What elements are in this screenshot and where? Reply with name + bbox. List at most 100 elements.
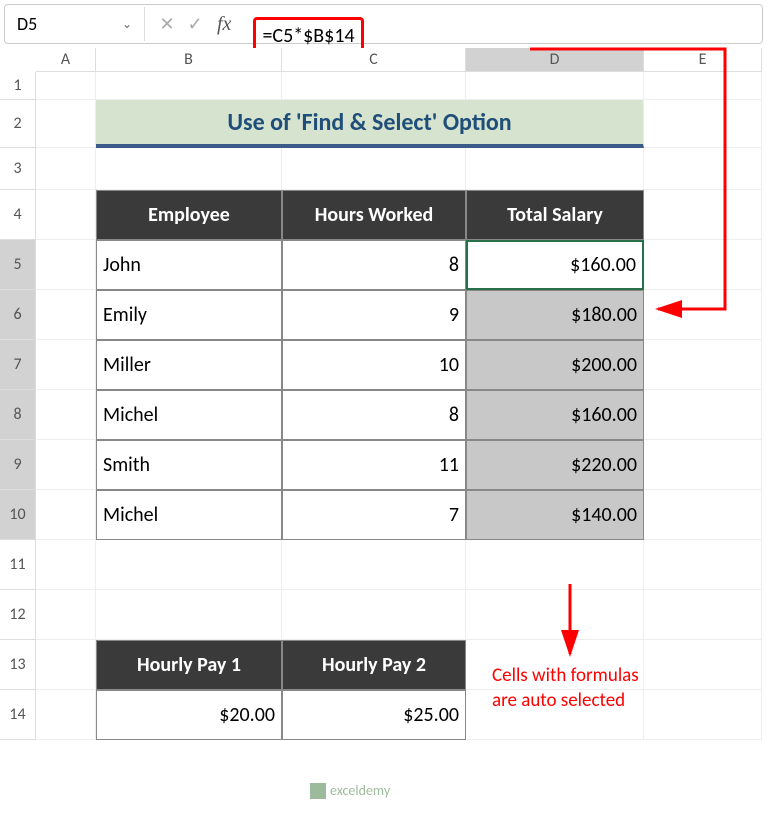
header-pay2[interactable]: Hourly Pay 2 [282, 640, 466, 690]
cell-hours-4[interactable]: 11 [282, 440, 466, 490]
name-box[interactable]: D5 ⌄ [5, 7, 145, 41]
watermark-text: exceldemy [330, 782, 390, 799]
cell-employee-3[interactable]: Michel [96, 390, 282, 440]
cell-E4[interactable] [644, 190, 762, 240]
cell-A10[interactable] [36, 490, 96, 540]
cell-A5[interactable] [36, 240, 96, 290]
row-header-10[interactable]: 10 [0, 490, 36, 540]
header-pay1[interactable]: Hourly Pay 1 [96, 640, 282, 690]
name-box-value: D5 [17, 13, 37, 35]
cell-E1[interactable] [644, 72, 762, 100]
cell-E8[interactable] [644, 390, 762, 440]
row-header-7[interactable]: 7 [0, 340, 36, 390]
watermark-icon [310, 783, 326, 799]
row-header-1[interactable]: 1 [0, 72, 36, 100]
cell-pay1[interactable]: $20.00 [96, 690, 282, 740]
cell-hours-3[interactable]: 8 [282, 390, 466, 440]
cell-A11[interactable] [36, 540, 96, 590]
cell-A6[interactable] [36, 290, 96, 340]
cell-E14[interactable] [644, 690, 762, 740]
cell-salary-4[interactable]: $220.00 [466, 440, 644, 490]
cell-A4[interactable] [36, 190, 96, 240]
formula-text: =C5*$B$14 [262, 24, 354, 48]
cell-salary-3[interactable]: $160.00 [466, 390, 644, 440]
cell-B11[interactable] [96, 540, 282, 590]
row-header-11[interactable]: 11 [0, 540, 36, 590]
col-header-D[interactable]: D [466, 48, 644, 72]
formula-input[interactable]: =C5*$B$14 [247, 20, 762, 28]
cancel-icon[interactable]: ✕ [155, 12, 179, 36]
row-header-3[interactable]: 3 [0, 148, 36, 190]
header-employee[interactable]: Employee [96, 190, 282, 240]
cell-B1[interactable] [96, 72, 282, 100]
cell-E7[interactable] [644, 340, 762, 390]
cell-E6[interactable] [644, 290, 762, 340]
column-headers: A B C D E [36, 48, 767, 72]
cell-E11[interactable] [644, 540, 762, 590]
cell-E9[interactable] [644, 440, 762, 490]
cell-employee-2[interactable]: Miller [96, 340, 282, 390]
header-hours[interactable]: Hours Worked [282, 190, 466, 240]
cell-E2[interactable] [644, 100, 762, 148]
row-header-5[interactable]: 5 [0, 240, 36, 290]
formula-bar: D5 ⌄ ✕ ✓ fx =C5*$B$14 [4, 4, 763, 44]
header-salary[interactable]: Total Salary [466, 190, 644, 240]
cell-E10[interactable] [644, 490, 762, 540]
row-header-2[interactable]: 2 [0, 100, 36, 148]
cell-A2[interactable] [36, 100, 96, 148]
row-header-6[interactable]: 6 [0, 290, 36, 340]
cell-B3[interactable] [96, 148, 282, 190]
row-header-4[interactable]: 4 [0, 190, 36, 240]
cell-E13[interactable] [644, 640, 762, 690]
cell-employee-4[interactable]: Smith [96, 440, 282, 490]
title-cell[interactable]: Use of 'Find & Select' Option [96, 100, 644, 148]
cell-E12[interactable] [644, 590, 762, 640]
col-header-B[interactable]: B [96, 48, 282, 72]
cell-C11[interactable] [282, 540, 466, 590]
cell-A1[interactable] [36, 72, 96, 100]
rows-container: 1 2 Use of 'Find & Select' Option 3 4 Empl… [0, 72, 767, 740]
formula-bar-controls: ✕ ✓ fx [145, 12, 247, 36]
cell-hours-1[interactable]: 9 [282, 290, 466, 340]
cell-C12[interactable] [282, 590, 466, 640]
cell-A7[interactable] [36, 340, 96, 390]
cell-D12[interactable] [466, 590, 644, 640]
cell-salary-0[interactable]: $160.00 [466, 240, 644, 290]
cell-A8[interactable] [36, 390, 96, 440]
cell-E3[interactable] [644, 148, 762, 190]
cell-A9[interactable] [36, 440, 96, 490]
cell-D11[interactable] [466, 540, 644, 590]
cell-D3[interactable] [466, 148, 644, 190]
cell-hours-0[interactable]: 8 [282, 240, 466, 290]
watermark: exceldemy [310, 782, 390, 799]
col-header-A[interactable]: A [36, 48, 96, 72]
cell-pay2[interactable]: $25.00 [282, 690, 466, 740]
cell-salary-5[interactable]: $140.00 [466, 490, 644, 540]
cell-employee-1[interactable]: Emily [96, 290, 282, 340]
cell-hours-5[interactable]: 7 [282, 490, 466, 540]
cell-salary-2[interactable]: $200.00 [466, 340, 644, 390]
chevron-down-icon[interactable]: ⌄ [122, 17, 132, 32]
cell-B12[interactable] [96, 590, 282, 640]
cell-A12[interactable] [36, 590, 96, 640]
cell-A3[interactable] [36, 148, 96, 190]
cell-employee-5[interactable]: Michel [96, 490, 282, 540]
row-header-12[interactable]: 12 [0, 590, 36, 640]
cell-C1[interactable] [282, 72, 466, 100]
cell-salary-1[interactable]: $180.00 [466, 290, 644, 340]
cell-E5[interactable] [644, 240, 762, 290]
cell-A13[interactable] [36, 640, 96, 690]
row-header-9[interactable]: 9 [0, 440, 36, 490]
cell-D1[interactable] [466, 72, 644, 100]
col-header-C[interactable]: C [282, 48, 466, 72]
cell-employee-0[interactable]: John [96, 240, 282, 290]
fx-icon[interactable]: fx [211, 13, 237, 36]
row-header-13[interactable]: 13 [0, 640, 36, 690]
enter-icon[interactable]: ✓ [183, 12, 207, 36]
cell-hours-2[interactable]: 10 [282, 340, 466, 390]
col-header-E[interactable]: E [644, 48, 762, 72]
row-header-14[interactable]: 14 [0, 690, 36, 740]
cell-C3[interactable] [282, 148, 466, 190]
cell-A14[interactable] [36, 690, 96, 740]
row-header-8[interactable]: 8 [0, 390, 36, 440]
